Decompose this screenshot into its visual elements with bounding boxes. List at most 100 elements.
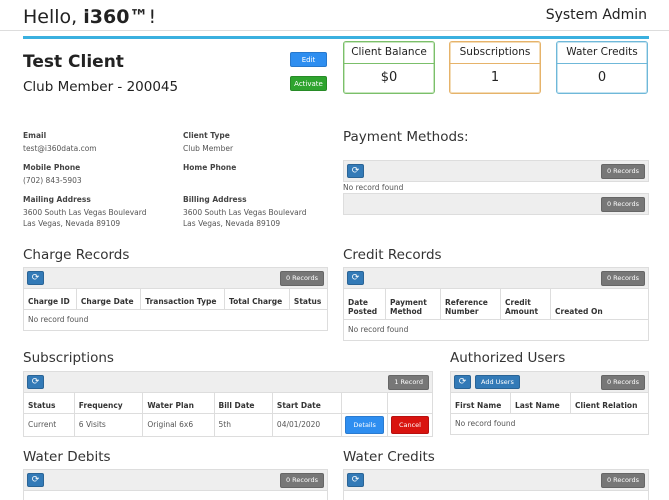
column-header[interactable]: Payment Method — [385, 289, 441, 320]
cell-status: Current — [23, 412, 75, 437]
refresh-icon[interactable]: ⟳ — [347, 271, 364, 285]
subscriptions-title: Subscriptions — [23, 350, 114, 366]
mailing-address-label: Mailing Address — [23, 195, 91, 204]
payment-methods-footer: 0 Records — [343, 193, 649, 215]
cell-water-plan: Original 6x6 — [142, 412, 215, 437]
column-header[interactable]: Water Plan — [142, 393, 215, 414]
edit-button[interactable]: Edit — [290, 52, 327, 67]
column-header[interactable]: Reference Number — [440, 289, 501, 320]
client-balance-value: $0 — [344, 63, 434, 85]
cell-start-date: 04/01/2020 — [271, 412, 343, 437]
charge-records-toolbar: ⟳ 0 Records — [23, 267, 328, 289]
table-header-row: Charge ID Charge Date Transaction Type T… — [23, 289, 329, 310]
refresh-icon[interactable]: ⟳ — [347, 473, 364, 487]
water-credits-title: Water Credits — [343, 449, 435, 465]
email-label: Email — [23, 131, 47, 140]
payment-methods-title: Payment Methods: — [343, 129, 469, 145]
column-header[interactable]: Status — [288, 289, 329, 310]
credit-records-title: Credit Records — [343, 247, 442, 263]
column-header[interactable]: Bill Date — [213, 393, 273, 414]
subscriptions-table: Status Frequency Water Plan Bill Date St… — [23, 393, 434, 437]
mailing-address-line1: 3600 South Las Vegas Boulevard — [23, 208, 147, 217]
charge-records-title: Charge Records — [23, 247, 130, 263]
table-row: No record found — [450, 412, 649, 435]
billing-address-line1: 3600 South Las Vegas Boulevard — [183, 208, 307, 217]
charge-records-table: Charge ID Charge Date Transaction Type T… — [23, 289, 329, 331]
payment-methods-empty: No record found — [343, 183, 404, 192]
water-debits-table-edge — [23, 491, 328, 500]
cell-cancel: Cancel — [386, 412, 434, 437]
column-header[interactable]: Client Relation — [570, 393, 649, 414]
refresh-icon[interactable]: ⟳ — [27, 271, 44, 285]
column-header[interactable]: Frequency — [73, 393, 144, 414]
water-debits-record-count: 0 Records — [279, 473, 324, 488]
mobile-phone-label: Mobile Phone — [23, 163, 81, 172]
header-divider — [0, 30, 669, 31]
charge-records-count: 0 Records — [279, 271, 324, 286]
water-credits-card-label: Water Credits — [566, 46, 638, 58]
subscriptions-card-label: Subscriptions — [459, 46, 531, 58]
credit-records-toolbar: ⟳ 0 Records — [343, 267, 649, 289]
column-header[interactable]: Charge Date — [75, 289, 142, 310]
credit-records-count: 0 Records — [600, 271, 645, 286]
water-debits-title: Water Debits — [23, 449, 111, 465]
empty-message: No record found — [450, 412, 649, 435]
cell-bill-date: 5th — [213, 412, 273, 437]
water-credits-toolbar: ⟳ 0 Records — [343, 469, 649, 491]
column-header[interactable]: Date Posted — [343, 289, 386, 320]
table-header-row: First Name Last Name Client Relation — [450, 393, 649, 414]
refresh-icon[interactable]: ⟳ — [27, 375, 44, 389]
water-credits-card: Water Credits 0 — [556, 41, 648, 94]
column-header[interactable]: Last Name — [510, 393, 571, 414]
client-name: Test Client — [23, 52, 124, 72]
cancel-button[interactable]: Cancel — [390, 415, 429, 434]
column-header[interactable]: Charge ID — [23, 289, 77, 310]
details-button[interactable]: Details — [345, 415, 384, 434]
greeting-prefix: Hello, — [23, 6, 84, 28]
email-value: test@i360data.com — [23, 144, 97, 153]
empty-message: No record found — [343, 318, 649, 341]
authorized-users-record-count: 0 Records — [600, 375, 645, 390]
mobile-phone-value: (702) 843-5903 — [23, 176, 82, 185]
client-balance-card: Client Balance $0 — [343, 41, 435, 94]
client-type-label: Client Type — [183, 131, 230, 140]
refresh-icon[interactable]: ⟳ — [454, 375, 471, 389]
water-credits-record-count: 0 Records — [600, 473, 645, 488]
activate-button[interactable]: Activate — [290, 76, 327, 91]
client-balance-label: Client Balance — [351, 46, 427, 58]
payment-methods-record-count-bottom: 0 Records — [600, 197, 645, 212]
home-phone-label: Home Phone — [183, 163, 237, 172]
column-header-empty — [341, 393, 388, 414]
refresh-icon[interactable]: ⟳ — [347, 164, 364, 178]
user-menu[interactable]: System Admin — [546, 7, 647, 23]
column-header[interactable]: Start Date — [271, 393, 343, 414]
refresh-icon[interactable]: ⟳ — [27, 473, 44, 487]
cell-frequency: 6 Visits — [73, 412, 144, 437]
mailing-address-line2: Las Vegas, Nevada 89109 — [23, 219, 121, 228]
authorized-users-table: First Name Last Name Client Relation No … — [450, 393, 649, 435]
subscriptions-toolbar: ⟳ 1 Record — [23, 371, 433, 393]
add-users-button[interactable]: Add Users — [475, 375, 520, 389]
client-type-value: Club Member — [183, 144, 234, 153]
table-header-row: Date Posted Payment Method Reference Num… — [343, 289, 649, 320]
subscriptions-card: Subscriptions 1 — [449, 41, 541, 94]
empty-message: No record found — [23, 308, 328, 331]
greeting: Hello, i360™! — [23, 6, 156, 28]
water-debits-toolbar: ⟳ 0 Records — [23, 469, 328, 491]
credit-records-table: Date Posted Payment Method Reference Num… — [343, 289, 649, 341]
client-membership: Club Member - 200045 — [23, 79, 179, 95]
greeting-user: i360™ — [83, 6, 149, 28]
subscriptions-card-value: 1 — [450, 63, 540, 85]
column-header[interactable]: Credit Amount — [500, 289, 551, 320]
payment-methods-toolbar: ⟳ 0 Records — [343, 160, 649, 182]
subscriptions-record-count: 1 Record — [388, 375, 429, 390]
column-header[interactable]: Status — [23, 393, 75, 414]
column-header[interactable]: Created On — [550, 289, 649, 320]
table-header-row: Status Frequency Water Plan Bill Date St… — [23, 393, 434, 414]
accent-bar — [23, 36, 649, 39]
column-header[interactable]: First Name — [450, 393, 511, 414]
water-credits-card-value: 0 — [557, 63, 647, 85]
column-header[interactable]: Transaction Type — [140, 289, 226, 310]
water-credits-table-edge — [343, 491, 649, 500]
column-header[interactable]: Total Charge — [224, 289, 290, 310]
